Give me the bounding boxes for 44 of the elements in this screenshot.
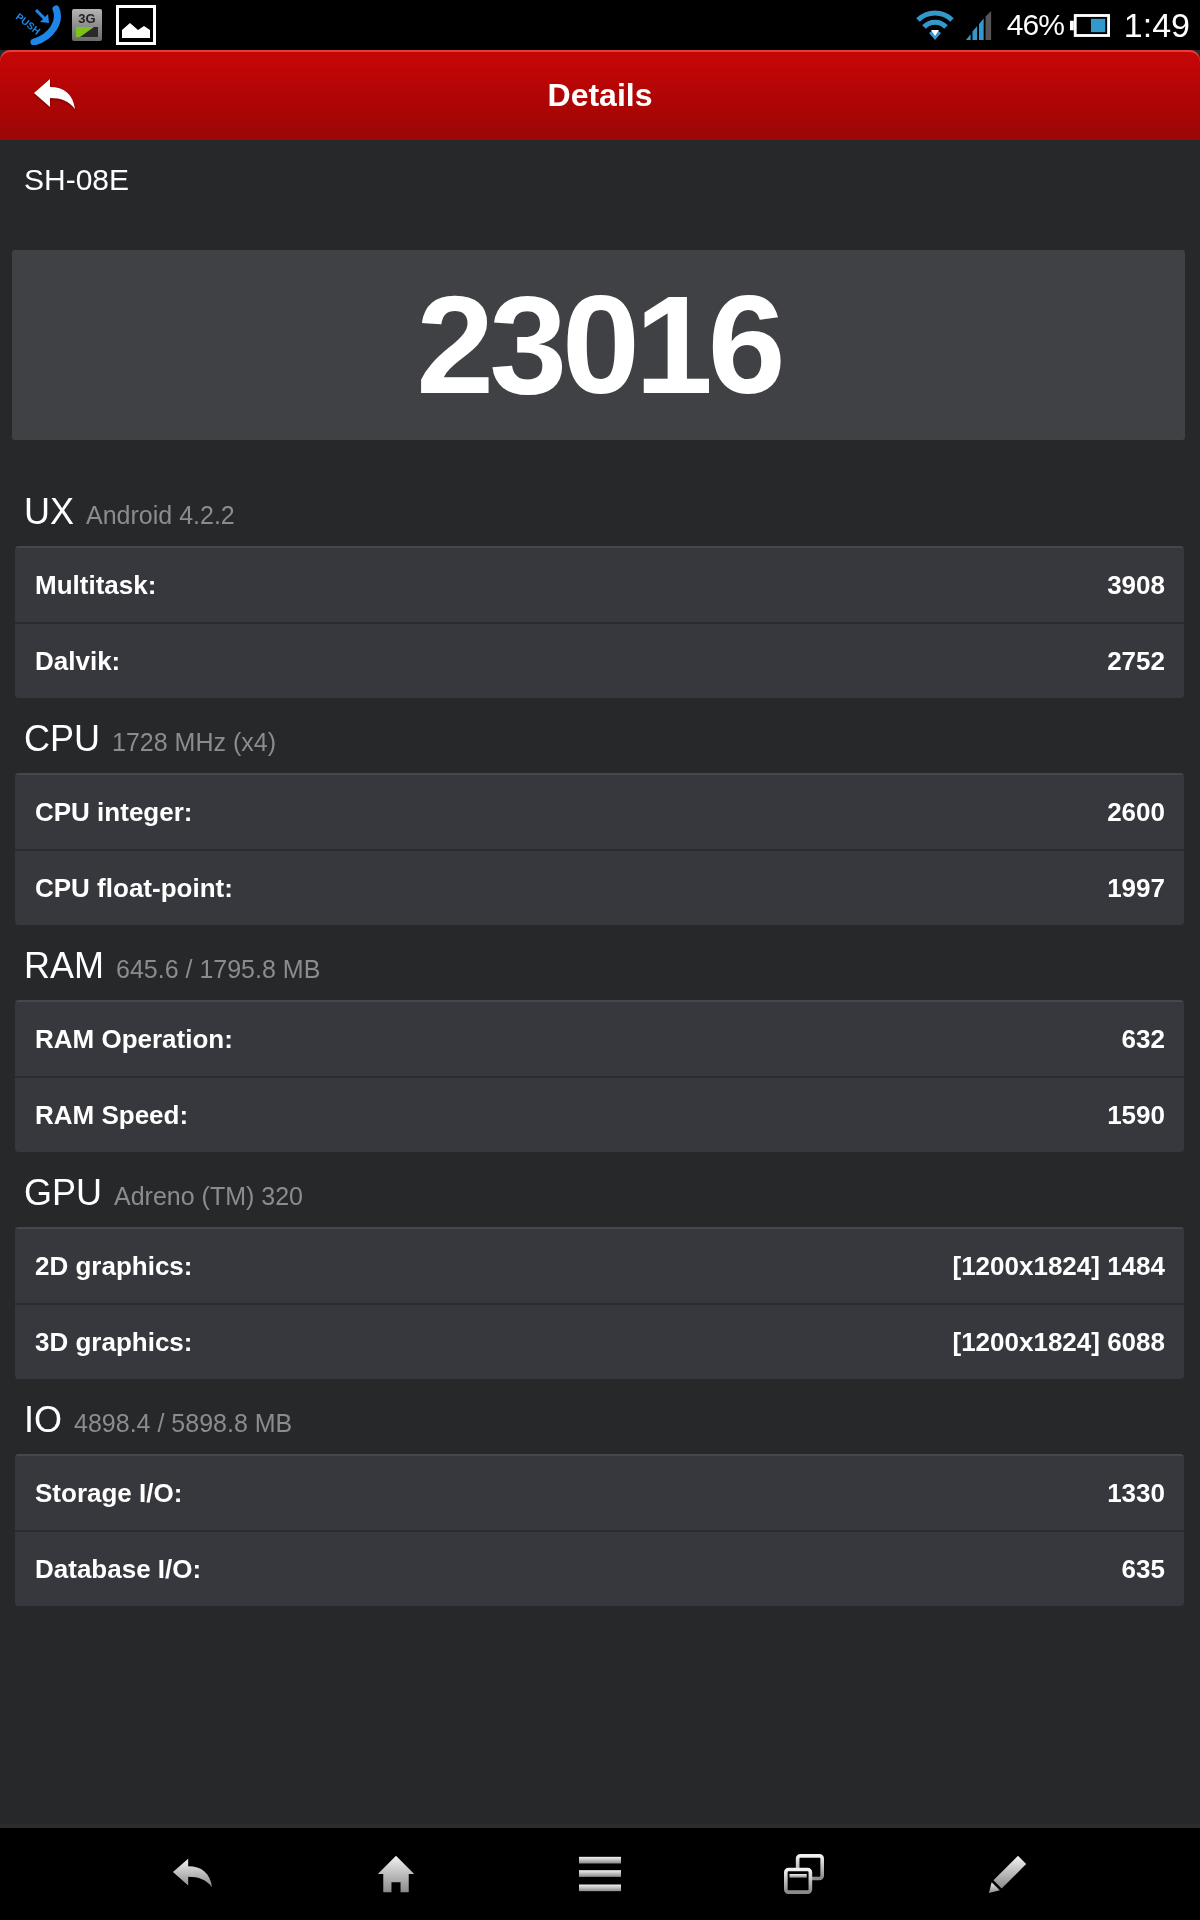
overlapping-windows-icon <box>783 1854 825 1894</box>
section-detail: 4898.4 / 5898.8 MB <box>74 1409 293 1438</box>
screen-title: Details <box>547 76 653 114</box>
result-label: Storage I/O: <box>35 1477 183 1509</box>
result-value: 635 <box>1121 1553 1165 1585</box>
section-title: GPU <box>24 1172 102 1214</box>
total-score: 23016 <box>416 275 781 415</box>
image-icon <box>116 5 156 45</box>
home-icon <box>375 1854 417 1894</box>
section-title: IO <box>24 1399 62 1441</box>
section-title: CPU <box>24 718 100 760</box>
result-value: 632 <box>1121 1023 1165 1055</box>
result-value: 1330 <box>1107 1477 1165 1509</box>
result-value: [1200x1824] 6088 <box>952 1326 1165 1358</box>
result-value: 2600 <box>1107 796 1165 828</box>
result-label: CPU integer: <box>35 796 193 828</box>
section-title: UX <box>24 491 74 533</box>
pencil-icon <box>987 1854 1029 1894</box>
result-label: 3D graphics: <box>35 1326 193 1358</box>
section-detail: 1728 MHz (x4) <box>112 728 276 757</box>
signal-icon <box>964 10 993 40</box>
result-label: Multitask: <box>35 569 157 601</box>
mobile-data-icon: 3G <box>72 9 102 41</box>
section-detail: Adreno (TM) 320 <box>114 1182 303 1211</box>
device-name: SH-08E <box>23 162 131 198</box>
section-detail: 645.6 / 1795.8 MB <box>116 955 321 984</box>
result-label: Dalvik: <box>35 645 121 677</box>
result-label: Database I/O: <box>35 1553 202 1585</box>
result-label: CPU float-point: <box>35 872 233 904</box>
result-value: 1997 <box>1107 872 1165 904</box>
section-detail: Android 4.2.2 <box>86 501 235 530</box>
section-title: RAM <box>24 945 104 987</box>
result-value: 2752 <box>1107 645 1165 677</box>
wifi-icon <box>914 9 955 41</box>
battery-icon <box>1069 13 1110 37</box>
battery-percentage: 46% <box>1006 8 1064 42</box>
result-value: 3908 <box>1107 569 1165 601</box>
menu-icon <box>579 1854 621 1894</box>
result-value: [1200x1824] 1484 <box>952 1250 1165 1282</box>
result-label: RAM Operation: <box>35 1023 233 1055</box>
result-label: RAM Speed: <box>35 1099 189 1131</box>
result-value: 1590 <box>1107 1099 1165 1131</box>
result-label: 2D graphics: <box>35 1250 193 1282</box>
clock: 1:49 <box>1123 5 1190 45</box>
